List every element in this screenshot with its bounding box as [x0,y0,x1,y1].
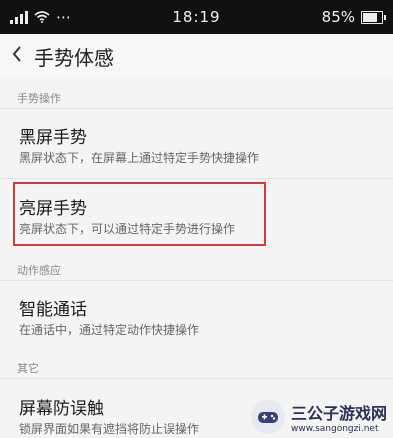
watermark-url: www.sangongzi.net [290,424,379,434]
wifi-icon [34,11,50,23]
page-header: 手势体感 [0,34,393,78]
item-title: 智能通话 [19,300,87,320]
status-left: ⋯ [10,8,150,26]
status-bar: ⋯ 18:19 85% [0,0,393,34]
more-status-icon: ⋯ [56,8,71,26]
section-label-gesture: 手势操作 [17,92,61,105]
item-description: 锁屏界面如果有遮挡将防止误操作 [19,422,200,436]
battery-fill [363,12,377,22]
battery-percent: 85% [321,8,355,26]
divider [0,378,393,379]
battery-icon [361,10,386,24]
section-label-motion: 动作感应 [17,264,61,277]
chevron-left-icon [12,45,21,62]
gamepad-icon [250,400,285,434]
watermark: 三公子游戏网 www.sangongzi.net [250,400,387,434]
item-title: 屏幕防误触 [19,399,104,419]
page-title: 手势体感 [34,45,114,70]
back-button[interactable] [0,44,34,69]
list-item-black-screen-gesture[interactable]: 黑屏手势 黑屏状态下，在屏幕上通过特定手势快捷操作 [0,109,393,179]
list-item-smart-call[interactable]: 智能通话 在通话中，通过特定动作快捷操作 [0,281,393,351]
status-right: 85% [243,8,386,26]
watermark-name: 三公子游戏网 [290,404,387,423]
item-description: 在通话中，通过特定动作快捷操作 [19,323,200,337]
highlight-box [13,182,266,246]
signal-icon [10,10,28,24]
item-title: 黑屏手势 [19,128,87,148]
status-time: 18:19 [172,8,221,26]
divider [0,178,393,179]
item-description: 黑屏状态下，在屏幕上通过特定手势快捷操作 [19,151,260,165]
section-label-other: 其它 [17,362,39,375]
